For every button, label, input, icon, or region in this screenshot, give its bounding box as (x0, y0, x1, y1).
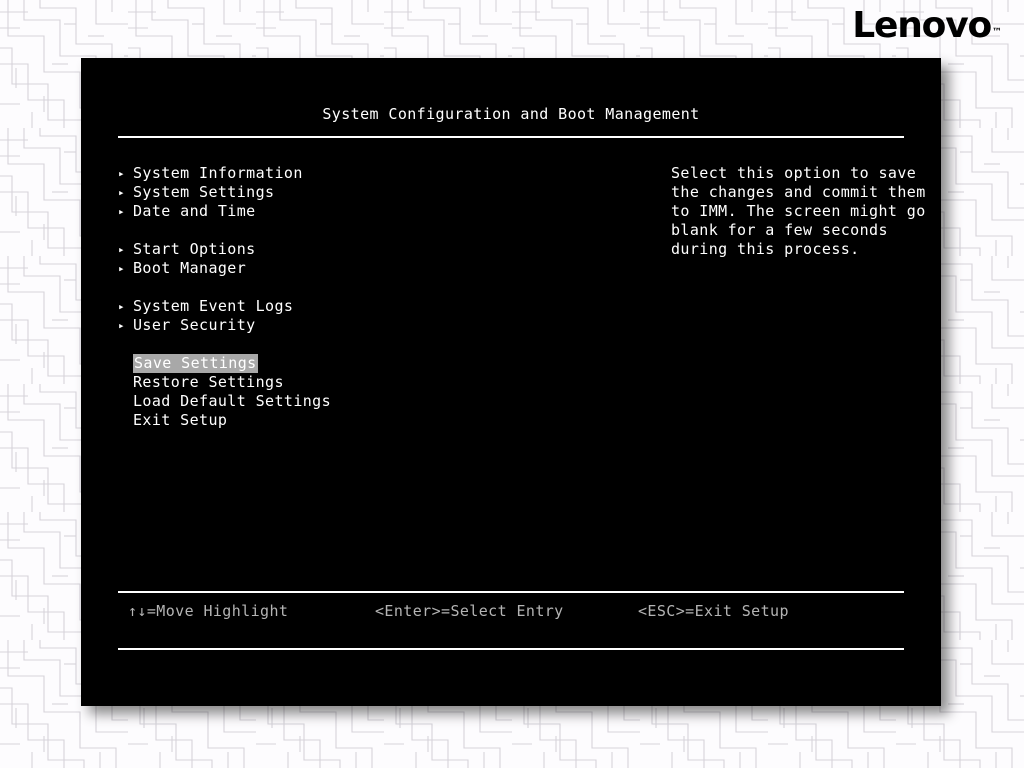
submenu-arrow-icon: ▸ (118, 240, 133, 259)
menu-item-system-information[interactable]: ▸System Information (118, 164, 538, 183)
menu-item-label: System Event Logs (133, 297, 293, 316)
header-divider (118, 136, 904, 138)
menu-item-label: Restore Settings (133, 373, 284, 392)
help-text-panel: Select this option to savethe changes an… (671, 164, 921, 259)
submenu-arrow-icon: ▸ (118, 164, 133, 183)
submenu-arrow-icon: ▸ (118, 316, 133, 335)
menu-item-label: Date and Time (133, 202, 256, 221)
key-hint-exit-setup: <ESC>=Exit Setup (638, 602, 789, 620)
menu-group-separator (118, 335, 538, 354)
menu-item-boot-manager[interactable]: ▸Boot Manager (118, 259, 538, 278)
footer-key-hints: ↑↓=Move Highlight <Enter>=Select Entry <ES… (118, 602, 918, 626)
key-hint-move-highlight: ↑↓=Move Highlight (128, 602, 288, 620)
menu-item-system-event-logs[interactable]: ▸System Event Logs (118, 297, 538, 316)
key-hint-select-entry: <Enter>=Select Entry (375, 602, 564, 620)
help-text-line: the changes and commit them (671, 183, 921, 202)
content-divider (118, 591, 904, 593)
menu-item-system-settings[interactable]: ▸System Settings (118, 183, 538, 202)
footer-divider (118, 648, 904, 650)
trademark-symbol: ™ (992, 27, 1002, 38)
menu-item-label: System Settings (133, 183, 274, 202)
menu-item-label: System Information (133, 164, 303, 183)
lenovo-wordmark: Lenovo (852, 5, 991, 46)
submenu-arrow-icon: ▸ (118, 183, 133, 202)
menu-item-label: Exit Setup (133, 411, 227, 430)
help-text-line: during this process. (671, 240, 921, 259)
menu-item-label: User Security (133, 316, 256, 335)
menu-item-save-settings[interactable]: ▸Save Settings (118, 354, 538, 373)
menu-item-exit-setup[interactable]: ▸Exit Setup (118, 411, 538, 430)
lenovo-logo: Lenovo™ (852, 8, 1002, 44)
menu-item-label: Start Options (133, 240, 256, 259)
menu-group-separator (118, 221, 538, 240)
menu-item-label: Load Default Settings (133, 392, 331, 411)
menu-item-restore-settings[interactable]: ▸Restore Settings (118, 373, 538, 392)
bios-setup-panel: System Configuration and Boot Management… (81, 58, 941, 706)
help-text-line: blank for a few seconds (671, 221, 921, 240)
menu-item-user-security[interactable]: ▸User Security (118, 316, 538, 335)
submenu-arrow-icon: ▸ (118, 297, 133, 316)
menu-item-label: Boot Manager (133, 259, 246, 278)
menu-item-label: Save Settings (133, 354, 258, 373)
help-text-line: to IMM. The screen might go (671, 202, 921, 221)
help-text-line: Select this option to save (671, 164, 921, 183)
menu-item-load-default-settings[interactable]: ▸Load Default Settings (118, 392, 538, 411)
menu-item-date-and-time[interactable]: ▸Date and Time (118, 202, 538, 221)
menu-group-separator (118, 278, 538, 297)
main-menu: ▸System Information▸System Settings▸Date… (118, 164, 538, 430)
screen: Lenovo™ System Configuration and Boot Ma… (0, 0, 1024, 768)
menu-item-start-options[interactable]: ▸Start Options (118, 240, 538, 259)
submenu-arrow-icon: ▸ (118, 202, 133, 221)
page-title: System Configuration and Boot Management (81, 105, 941, 123)
submenu-arrow-icon: ▸ (118, 259, 133, 278)
